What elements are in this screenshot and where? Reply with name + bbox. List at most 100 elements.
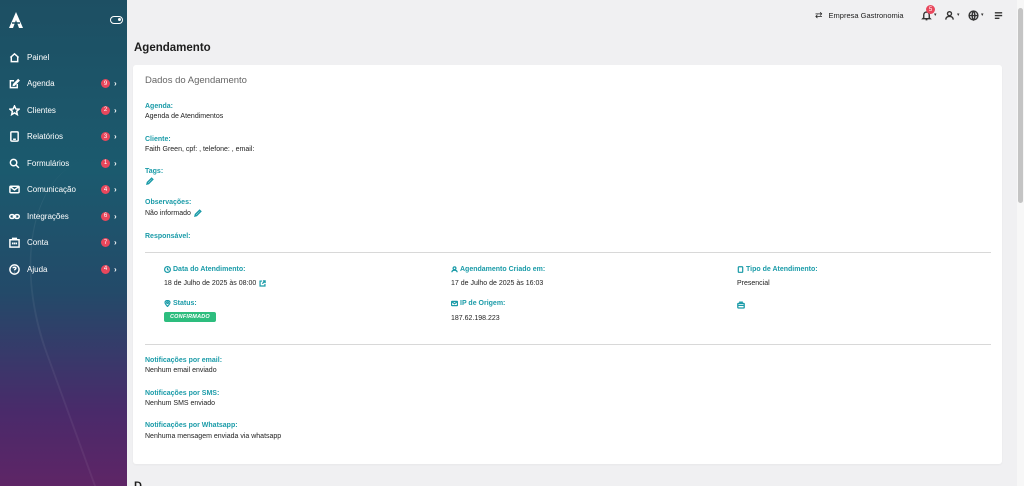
briefcase-icon: [737, 296, 745, 309]
sidebar-item-label: Comunicação: [27, 185, 76, 195]
chevron-right-icon: ›: [114, 105, 117, 115]
user-icon: [451, 266, 458, 273]
observacoes-row: Não informado: [145, 209, 202, 217]
status-label: Status:: [164, 300, 197, 307]
edit-icon: [9, 78, 20, 89]
count-badge: 2: [101, 105, 110, 115]
observacoes-label: Observações:: [145, 199, 192, 206]
data-atendimento-label: Data do Atendimento:: [164, 266, 245, 273]
criado-em-label: Agendamento Criado em:: [451, 266, 545, 273]
chevron-right-icon: ›: [114, 158, 117, 168]
status-badge: CONFIRMADO: [164, 312, 216, 322]
chevron-right-icon: ›: [114, 211, 117, 221]
notif-email-label: Notificações por email:: [145, 357, 223, 364]
topbar: ⇄ Empresa Gastronomia 5 ▾ ▾ ▾: [127, 0, 1017, 30]
responsavel-label: Responsável:: [145, 233, 191, 240]
cliente-value: Faith Green, cpf: , telefone: , email:: [145, 146, 255, 153]
home-icon: [9, 52, 20, 63]
tags-label: Tags:: [145, 168, 164, 175]
ip-origem-label-text: IP de Origem:: [460, 300, 506, 307]
sidebar-item-label: Agenda: [27, 79, 55, 89]
sidebar-item-formularios[interactable]: Formulários 1 ›: [0, 150, 127, 177]
criado-em-label-text: Agendamento Criado em:: [460, 266, 546, 273]
sidebar-item-conta[interactable]: Conta 7 ›: [0, 230, 127, 257]
card-title: Dados do Agendamento: [145, 75, 247, 86]
next-section-title: D: [134, 480, 142, 486]
chevron-right-icon: ›: [114, 79, 117, 89]
sidebar-toggle-icon[interactable]: [110, 16, 123, 24]
scrollbar-thumb[interactable]: [1018, 8, 1023, 203]
tipo-atendimento-value: Presencial: [737, 280, 770, 287]
sidebar-item-clientes[interactable]: Clientes 2 ›: [0, 97, 127, 124]
observacoes-value: Não informado: [145, 209, 191, 217]
cliente-label: Cliente:: [145, 136, 171, 143]
ip-origem-value: 187.62.198.223: [451, 315, 500, 322]
tipo-atendimento-label: Tipo de Atendimento:: [737, 266, 818, 273]
count-badge: 9: [101, 79, 110, 89]
sidebar-item-label: Clientes: [27, 105, 56, 115]
mail-icon: [9, 184, 20, 195]
notif-sms-value: Nenhum SMS enviado: [145, 400, 216, 407]
chevron-right-icon: ›: [114, 238, 117, 248]
sidebar-nav: Painel Agenda 9 › Clientes 2 › Relatório…: [0, 44, 127, 283]
page-title: Agendamento: [134, 42, 211, 54]
menu-icon[interactable]: [991, 8, 1005, 22]
building-icon: [9, 237, 20, 249]
link-icon: [9, 211, 20, 222]
count-badge: 4: [101, 264, 110, 274]
sidebar-item-label: Ajuda: [27, 264, 48, 274]
appointment-details-card: Dados do Agendamento Agenda: Agenda de A…: [133, 65, 1002, 464]
count-badge: 6: [101, 211, 110, 221]
sidebar-item-painel[interactable]: Painel: [0, 44, 127, 71]
count-badge: 4: [101, 185, 110, 195]
mail-icon: [451, 300, 458, 307]
sidebar-item-agenda[interactable]: Agenda 9 ›: [0, 71, 127, 98]
divider: [145, 344, 991, 345]
sidebar-item-label: Relatórios: [27, 132, 64, 142]
chevron-down-icon: ▾: [934, 12, 937, 18]
notif-whatsapp-label: Notificações por Whatsapp:: [145, 422, 238, 429]
tablet-icon: [737, 266, 744, 273]
scrollbar[interactable]: [1017, 0, 1024, 486]
pencil-icon[interactable]: [193, 209, 202, 217]
notif-whatsapp-value: Nenhuma mensagem enviada via whatsapp: [145, 433, 282, 440]
count-badge: 3: [101, 132, 110, 142]
data-atendimento-row: 18 de Julho de 2025 às 08:00: [164, 280, 266, 287]
user-icon[interactable]: [942, 8, 956, 22]
globe-icon[interactable]: [966, 8, 980, 22]
agenda-label: Agenda:: [145, 103, 173, 110]
company-switcher[interactable]: ⇄ Empresa Gastronomia: [815, 10, 904, 21]
sidebar-item-label: Conta: [27, 238, 49, 248]
tags-edit-button[interactable]: [143, 177, 154, 185]
count-badge: 1: [101, 158, 110, 168]
pencil-icon: [146, 177, 154, 185]
star-icon: [9, 104, 20, 116]
sidebar: Painel Agenda 9 › Clientes 2 › Relatório…: [0, 0, 127, 486]
map-pin-icon: [164, 300, 171, 307]
data-atendimento-value: 18 de Julho de 2025 às 08:00: [164, 280, 257, 287]
sidebar-item-label: Formulários: [27, 158, 70, 168]
status-label-text: Status:: [173, 300, 197, 307]
external-link-icon[interactable]: [259, 280, 266, 287]
count-badge: 7: [101, 238, 110, 248]
logo-icon[interactable]: [8, 11, 24, 29]
data-atendimento-label-text: Data do Atendimento:: [173, 266, 246, 273]
agenda-value: Agenda de Atendimentos: [145, 113, 224, 120]
sidebar-item-label: Painel: [27, 52, 50, 62]
chevron-right-icon: ›: [114, 132, 117, 142]
sidebar-item-relatorios[interactable]: Relatórios 3 ›: [0, 124, 127, 151]
tablet-icon: [9, 131, 20, 143]
notif-email-value: Nenhum email enviado: [145, 367, 217, 374]
search-icon: [9, 158, 20, 169]
notif-sms-label: Notificações por SMS:: [145, 390, 220, 397]
sidebar-item-label: Integrações: [27, 211, 69, 221]
sidebar-item-comunicacao[interactable]: Comunicação 4 ›: [0, 177, 127, 204]
chevron-right-icon: ›: [114, 185, 117, 195]
sidebar-item-integracoes[interactable]: Integrações 6 ›: [0, 203, 127, 230]
ip-origem-label: IP de Origem:: [451, 300, 505, 307]
sidebar-item-ajuda[interactable]: Ajuda 4 ›: [0, 256, 127, 283]
help-icon: [9, 263, 20, 275]
chevron-right-icon: ›: [114, 264, 117, 274]
company-name: Empresa Gastronomia: [828, 11, 904, 20]
clock-icon: [164, 266, 171, 273]
